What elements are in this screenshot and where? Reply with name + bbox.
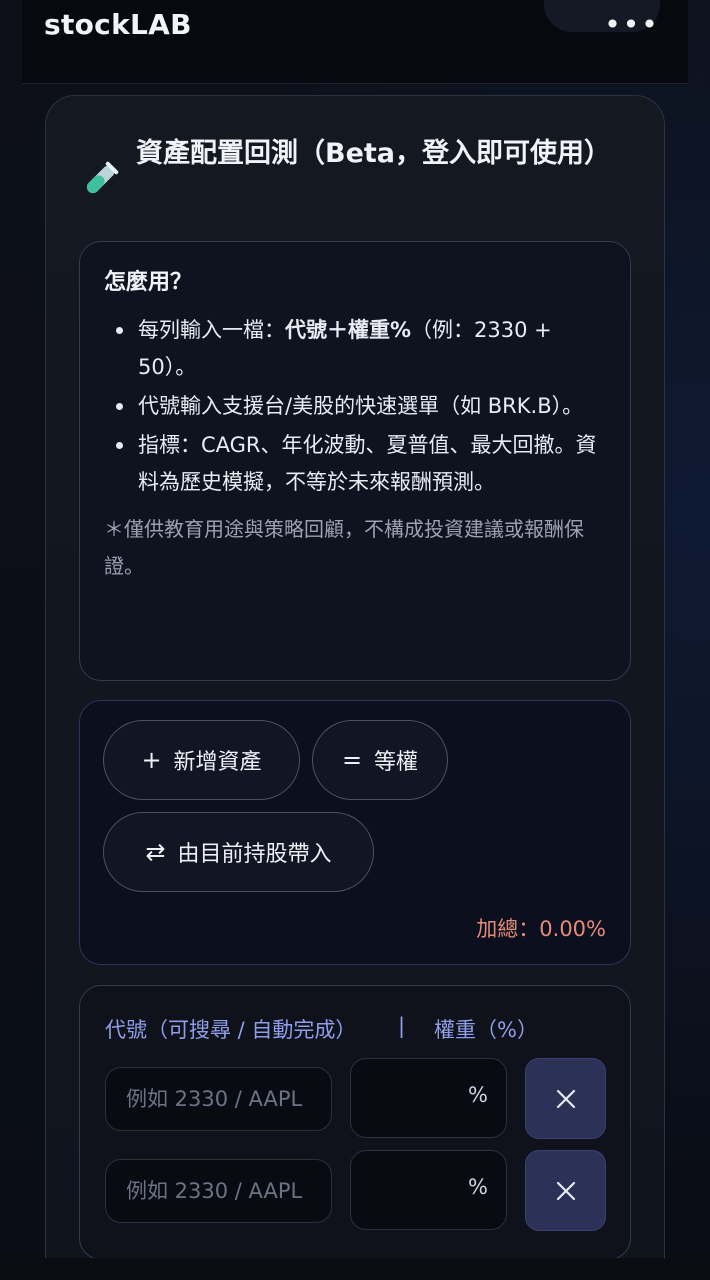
howto-item-3: 指標：CAGR、年化波動、夏普值、最大回撤。資料為歷史模擬，不等於未來報酬預測。 <box>138 433 597 494</box>
column-header-code: 代號（可搜尋 / 自動完成） <box>105 1018 357 1042</box>
delete-row-button[interactable] <box>525 1150 606 1231</box>
howto-item-2: 代號輸入支援台/美股的快速選單（如 BRK.B）。 <box>138 394 584 418</box>
assets-box: 代號（可搜尋 / 自動完成） | 權重（%） 例如 2330 / AAPL % … <box>79 985 631 1260</box>
close-icon <box>556 1089 575 1108</box>
howto-list: 每列輸入一檔：代號＋權重%（例：2330 + 50）。 代號輸入支援台/美股的快… <box>104 312 606 501</box>
weight-sum: 加總：0.00% <box>476 917 606 941</box>
brand-logo[interactable]: stockLAB <box>44 8 192 41</box>
howto-box: 怎麼用？ 每列輸入一檔：代號＋權重%（例：2330 + 50）。 代號輸入支援台… <box>79 241 631 681</box>
column-separator: | <box>398 1014 406 1038</box>
howto-heading: 怎麼用？ <box>104 270 193 295</box>
asset-weight-input[interactable]: % <box>350 1058 507 1138</box>
equals-icon: = <box>341 746 363 774</box>
list-item: 每列輸入一檔：代號＋權重%（例：2330 + 50）。 <box>104 312 606 386</box>
column-header-weight: 權重（%） <box>434 1018 538 1042</box>
howto-item-1-pre: 每列輸入一檔： <box>138 318 285 342</box>
percent-unit: % <box>468 1175 488 1199</box>
percent-unit: % <box>468 1083 488 1107</box>
asset-code-input[interactable]: 例如 2330 / AAPL <box>105 1067 332 1131</box>
equal-weight-label: 等權 <box>374 750 419 775</box>
close-icon <box>556 1181 575 1200</box>
more-dots-icon[interactable]: ••• <box>602 6 662 42</box>
add-asset-label: 新增資產 <box>173 750 262 775</box>
disclaimer-note: ＊僅供教育用途與策略回顧，不構成投資建議或報酬保證。 <box>104 517 584 578</box>
equal-weight-button[interactable]: = 等權 <box>312 720 448 800</box>
swap-arrows-icon: ⇄ <box>145 838 166 866</box>
test-tube-icon <box>86 161 119 194</box>
actions-box: + 新增資產 = 等權 ⇄ 由目前持股帶入 加總：0.00% <box>79 700 631 965</box>
add-asset-button[interactable]: + 新增資產 <box>103 720 300 800</box>
page-title: 資產配置回測（Beta，登入即可使用） <box>136 138 612 169</box>
howto-item-1-bold: 代號＋權重% <box>285 318 412 342</box>
delete-row-button[interactable] <box>525 1058 606 1139</box>
asset-code-input[interactable]: 例如 2330 / AAPL <box>105 1159 332 1223</box>
top-bar: stockLAB ••• <box>22 0 688 84</box>
import-holdings-label: 由目前持股帶入 <box>177 842 332 867</box>
import-holdings-button[interactable]: ⇄ 由目前持股帶入 <box>103 812 374 892</box>
bottom-bar <box>0 1258 710 1280</box>
list-item: 指標：CAGR、年化波動、夏普值、最大回撤。資料為歷史模擬，不等於未來報酬預測。 <box>104 427 606 501</box>
plus-icon: + <box>141 746 162 774</box>
panel-header: 資產配置回測（Beta，登入即可使用） <box>80 134 620 200</box>
asset-weight-input[interactable]: % <box>350 1150 507 1230</box>
list-item: 代號輸入支援台/美股的快速選單（如 BRK.B）。 <box>104 388 606 425</box>
